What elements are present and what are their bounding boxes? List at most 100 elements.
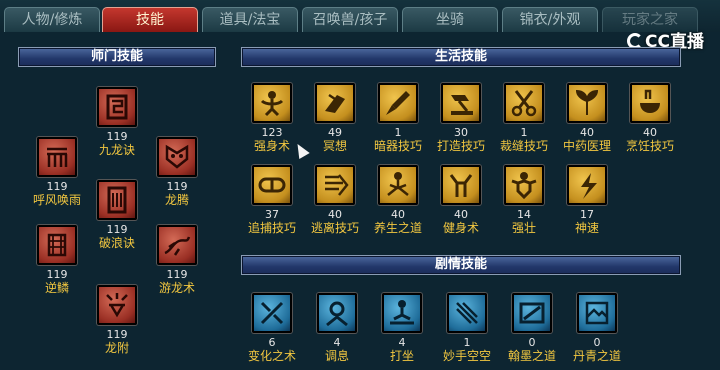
scale-armor-icon [37,225,77,265]
wind-rain-icon [37,137,77,177]
swimming-dragon-icon [157,225,197,265]
life-skill-dazaojiqiao[interactable]: 30 打造技巧 [429,83,493,153]
skill-name: 呼风唤雨 [32,193,81,207]
life-skill-mingxiang[interactable]: 49 冥想 [303,83,367,153]
lotus-figure-icon [378,165,418,205]
dragon-crest-icon [97,285,137,325]
scissors-icon [504,83,544,123]
skill-level: 14 [517,208,531,221]
skill-level: 119 [166,268,188,281]
skill-level: 0 [528,336,536,349]
school-skill-longfu[interactable]: 119 龙附 [85,285,149,355]
skill-name: 神速 [574,221,599,235]
skill-name: 冥想 [322,139,347,153]
life-skill-jianshenshu[interactable]: 40 健身术 [429,165,493,235]
tab-bar: 人物/修炼 技能 道具/法宝 召唤兽/孩子 坐骑 锦衣/外观 玩家之家 [0,0,720,32]
school-skill-youlongshu[interactable]: 119 游龙术 [145,225,209,295]
skill-level: 40 [643,126,657,139]
life-skill-taolijiqiao[interactable]: 40 逃离技巧 [303,165,367,235]
muscle-icon [504,165,544,205]
school-skill-nilin[interactable]: 119 逆鳞 [25,225,89,295]
story-skill-tiaoxi[interactable]: 4 调息 [305,293,369,363]
tab-summons[interactable]: 召唤兽/孩子 [302,7,398,32]
skill-level: 119 [46,268,68,281]
skill-level: 30 [454,126,468,139]
skill-name: 打坐 [389,349,414,363]
life-skill-yangshengzhidao[interactable]: 40 养生之道 [366,165,430,235]
skill-name: 逆鳞 [44,281,69,295]
skill-level: 119 [46,180,68,193]
skill-level: 0 [593,336,601,349]
cooking-pot-icon [630,83,670,123]
story-skill-hanmozhidao[interactable]: 0 翰墨之道 [500,293,564,363]
life-skill-zhongyaoyili[interactable]: 40 中药医理 [555,83,619,153]
life-skill-qiangshenshu[interactable]: 123 强身术 [240,83,304,153]
story-skill-danqingzhidao[interactable]: 0 丹青之道 [565,293,629,363]
skill-level: 17 [580,208,594,221]
skill-name: 暗器技巧 [373,139,422,153]
skill-name: 龙附 [104,341,129,355]
tab-outfits[interactable]: 锦衣/外观 [502,7,598,32]
tab-skills[interactable]: 技能 [102,7,198,32]
skill-name: 逃离技巧 [310,221,359,235]
life-skill-zhuibujiqiao[interactable]: 37 追捕技巧 [240,165,304,235]
life-skill-shensu[interactable]: 17 神速 [555,165,619,235]
speed-icon [567,165,607,205]
story-skill-dazuo[interactable]: 4 打坐 [370,293,434,363]
skill-name: 龙腾 [164,193,189,207]
skill-level: 119 [106,328,128,341]
ink-book-icon [512,293,552,333]
skill-level: 1 [520,126,528,139]
running-icon [315,165,355,205]
school-skill-polangjue[interactable]: 119 破浪诀 [85,180,149,250]
school-skills-header: 师门技能 [18,47,216,67]
meditating-figure-icon [382,293,422,333]
school-skill-hufenghuanyu[interactable]: 119 呼风唤雨 [25,137,89,207]
skill-name: 变化之术 [247,349,296,363]
skill-name: 打造技巧 [436,139,485,153]
life-skill-pengrenjiqiao[interactable]: 40 烹饪技巧 [618,83,682,153]
life-skill-qiangzhuang[interactable]: 14 强壮 [492,165,556,235]
tab-character[interactable]: 人物/修炼 [4,7,100,32]
dragon-seal-icon [97,87,137,127]
skill-level: 4 [333,336,341,349]
skill-level: 4 [398,336,406,349]
skill-name: 游龙术 [158,281,195,295]
skill-level: 40 [454,208,468,221]
anvil-hammer-icon [441,83,481,123]
skill-name: 健身术 [442,221,479,235]
skill-level: 40 [391,208,405,221]
skill-name: 调息 [324,349,349,363]
skill-name: 追捕技巧 [247,221,296,235]
meditation-icon [315,83,355,123]
skill-level: 119 [106,223,128,236]
life-skills-header: 生活技能 [241,47,681,67]
skill-name: 裁缝技巧 [499,139,548,153]
story-skill-bianhuazhishu[interactable]: 6 变化之术 [240,293,304,363]
skill-name: 九龙诀 [98,143,135,157]
tab-mounts[interactable]: 坐骑 [402,7,498,32]
skill-level: 40 [328,208,342,221]
skill-level: 119 [106,130,128,143]
skill-name: 烹饪技巧 [625,139,674,153]
life-skill-caifengjiqiao[interactable]: 1 裁缝技巧 [492,83,556,153]
story-skill-miaoshoukongkong[interactable]: 1 妙手空空 [435,293,499,363]
skill-name: 破浪诀 [98,236,135,250]
skill-level: 1 [394,126,402,139]
skill-level: 37 [265,208,279,221]
school-skill-jiulongjue[interactable]: 119 九龙诀 [85,87,149,157]
skill-name: 丹青之道 [572,349,621,363]
tab-items[interactable]: 道具/法宝 [202,7,298,32]
school-skill-longteng[interactable]: 119 龙腾 [145,137,209,207]
herb-icon [567,83,607,123]
skill-level: 6 [268,336,276,349]
life-skill-anqijiqiao[interactable]: 1 暗器技巧 [366,83,430,153]
skill-level: 49 [328,126,342,139]
transform-icon [252,293,292,333]
skill-name: 中药医理 [562,139,611,153]
dart-icon [378,83,418,123]
skill-name: 养生之道 [373,221,422,235]
skill-name: 强壮 [511,221,536,235]
shackles-icon [252,165,292,205]
skill-level: 123 [261,126,283,139]
